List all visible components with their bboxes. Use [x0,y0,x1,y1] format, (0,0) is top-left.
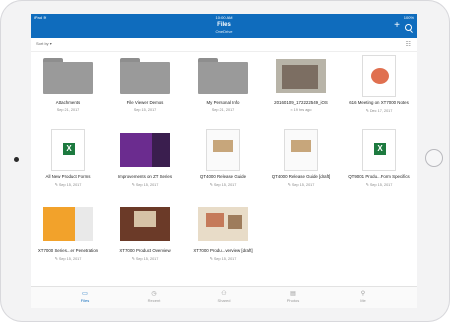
tab-recent[interactable]: ◷ Recent [124,291,184,307]
file-name: My Personal Info [206,100,240,105]
file-thumbnail [354,54,404,97]
file-meta: ✎ Sep 15, 2017 [287,183,315,187]
home-button[interactable] [425,149,443,167]
add-button[interactable]: + [394,21,400,31]
folder-icon [120,57,170,94]
bottom-tab-bar: ▭ Files ◷ Recent ⚇ Shared ▤ Photos ⚲ Me [31,286,417,308]
file-item[interactable]: QT4000 Release Guide ✎ Sep 15, 2017 [186,125,260,199]
clock-icon: ◷ [151,291,157,297]
person-icon: ⚲ [360,291,366,297]
people-icon: ⚇ [221,291,227,297]
file-thumbnail [198,128,248,171]
file-name: XT7000 Series...er Penetration [37,248,99,253]
file-thumbnail [198,54,248,97]
file-meta: ✎ Sep 15, 2017 [54,257,82,261]
folder-icon [43,57,93,94]
file-thumbnail [276,54,326,97]
file-item[interactable]: X QT9001 Produ...Form Specifics ✎ Sep 15, … [342,125,416,199]
file-thumbnail: X [354,128,404,171]
status-clock: 10:00 AM [215,15,233,20]
file-item[interactable]: 616 Meeting on XT7000 Notes ✎ Dec 17, 201… [342,51,416,125]
file-name: 20160109_172222549_iOS [274,100,328,105]
file-meta: Sep 21, 2017 [56,108,80,112]
file-item[interactable]: XT7000 Series...er Penetration ✎ Sep 15, … [31,199,105,273]
file-thumbnail [276,128,326,171]
file-name: XT7000 Product Overview [119,248,171,253]
file-item[interactable]: XT7000 Product Overview ✎ Sep 15, 2017 [108,199,182,273]
folder-icon [198,57,248,94]
file-meta: ✎ Sep 15, 2017 [54,183,82,187]
file-item[interactable]: Attachments Sep 21, 2017 [31,51,105,125]
tab-shared[interactable]: ⚇ Shared [194,291,254,307]
file-name: Attachments [55,100,81,105]
file-meta: Sep 15, 2017 [133,108,157,112]
file-item[interactable]: Improvements on ZT Series ✎ Sep 15, 2017 [108,125,182,199]
sort-dropdown[interactable]: Sort by ▾ [36,41,52,46]
file-meta: ✎ Sep 15, 2017 [209,183,237,187]
file-item[interactable]: My Personal Info Sep 21, 2017 [186,51,260,125]
photo-icon: ▤ [290,291,296,297]
presentation-thumbnail [120,206,170,241]
file-thumbnail [120,54,170,97]
document-thumbnail [284,128,318,171]
file-name: File Viewer Demos [126,100,164,105]
file-name: 616 Meeting on XT7000 Notes [349,100,409,105]
excel-icon: X [51,128,85,171]
file-meta: ✎ Sep 15, 2017 [131,183,159,187]
page-title: Files [217,22,231,28]
file-name: XT7000 Produ...verview [draft] [193,248,253,253]
file-item[interactable]: QT4000 Release Guide [draft] ✎ Sep 15, 20… [264,125,338,199]
file-name: QT4000 Release Guide [199,174,247,179]
file-item[interactable]: X All New Product Forms ✎ Sep 15, 2017 [31,125,105,199]
file-meta: Sep 21, 2017 [211,108,235,112]
view-toggle-icon[interactable]: ☷ [406,41,411,48]
camera-icon [14,157,19,162]
sort-row: Sort by ▾ ☷ [31,38,417,52]
file-meta: ✎ Sep 15, 2017 [209,257,237,261]
file-name: All New Product Forms [45,174,91,179]
file-thumbnail [120,202,170,245]
document-thumbnail [362,54,396,97]
page-subtitle: OneDrive [215,29,233,34]
document-thumbnail [206,128,240,171]
tab-files[interactable]: ▭ Files [55,291,115,307]
file-meta: ✎ Sep 15, 2017 [131,257,159,261]
file-name: QT9001 Produ...Form Specifics [348,174,410,179]
battery-status: 100% [403,15,414,20]
file-thumbnail [43,202,93,245]
file-thumbnail: X [43,128,93,171]
search-icon[interactable] [405,24,412,31]
file-item[interactable]: 20160109_172222549_iOS ≈ 19 hrs ago [264,51,338,125]
file-grid: Attachments Sep 21, 2017 File Viewer Demos… [31,51,417,274]
file-name: QT4000 Release Guide [draft] [271,174,331,179]
file-meta: ✎ Dec 17, 2017 [365,109,393,113]
file-meta: ≈ 19 hrs ago [290,108,312,112]
presentation-thumbnail [120,132,170,167]
file-thumbnail [198,202,248,245]
file-name: Improvements on ZT Series [117,174,173,179]
tab-me[interactable]: ⚲ Me [333,291,393,307]
tab-photos[interactable]: ▤ Photos [263,291,323,307]
photo-thumbnail [276,58,326,93]
excel-icon: X [362,128,396,171]
app-screen: iPad ≋ 10:00 AM 100% Files OneDrive + So… [31,14,417,308]
file-thumbnail [43,54,93,97]
file-item[interactable]: File Viewer Demos Sep 15, 2017 [108,51,182,125]
file-meta: ✎ Sep 15, 2017 [365,183,393,187]
file-item[interactable]: XT7000 Produ...verview [draft] ✎ Sep 15, … [186,199,260,273]
top-bar: iPad ≋ 10:00 AM 100% Files OneDrive + [31,14,417,38]
presentation-thumbnail [198,206,248,241]
presentation-thumbnail [43,206,93,241]
folder-icon: ▭ [82,291,88,297]
file-thumbnail [120,128,170,171]
